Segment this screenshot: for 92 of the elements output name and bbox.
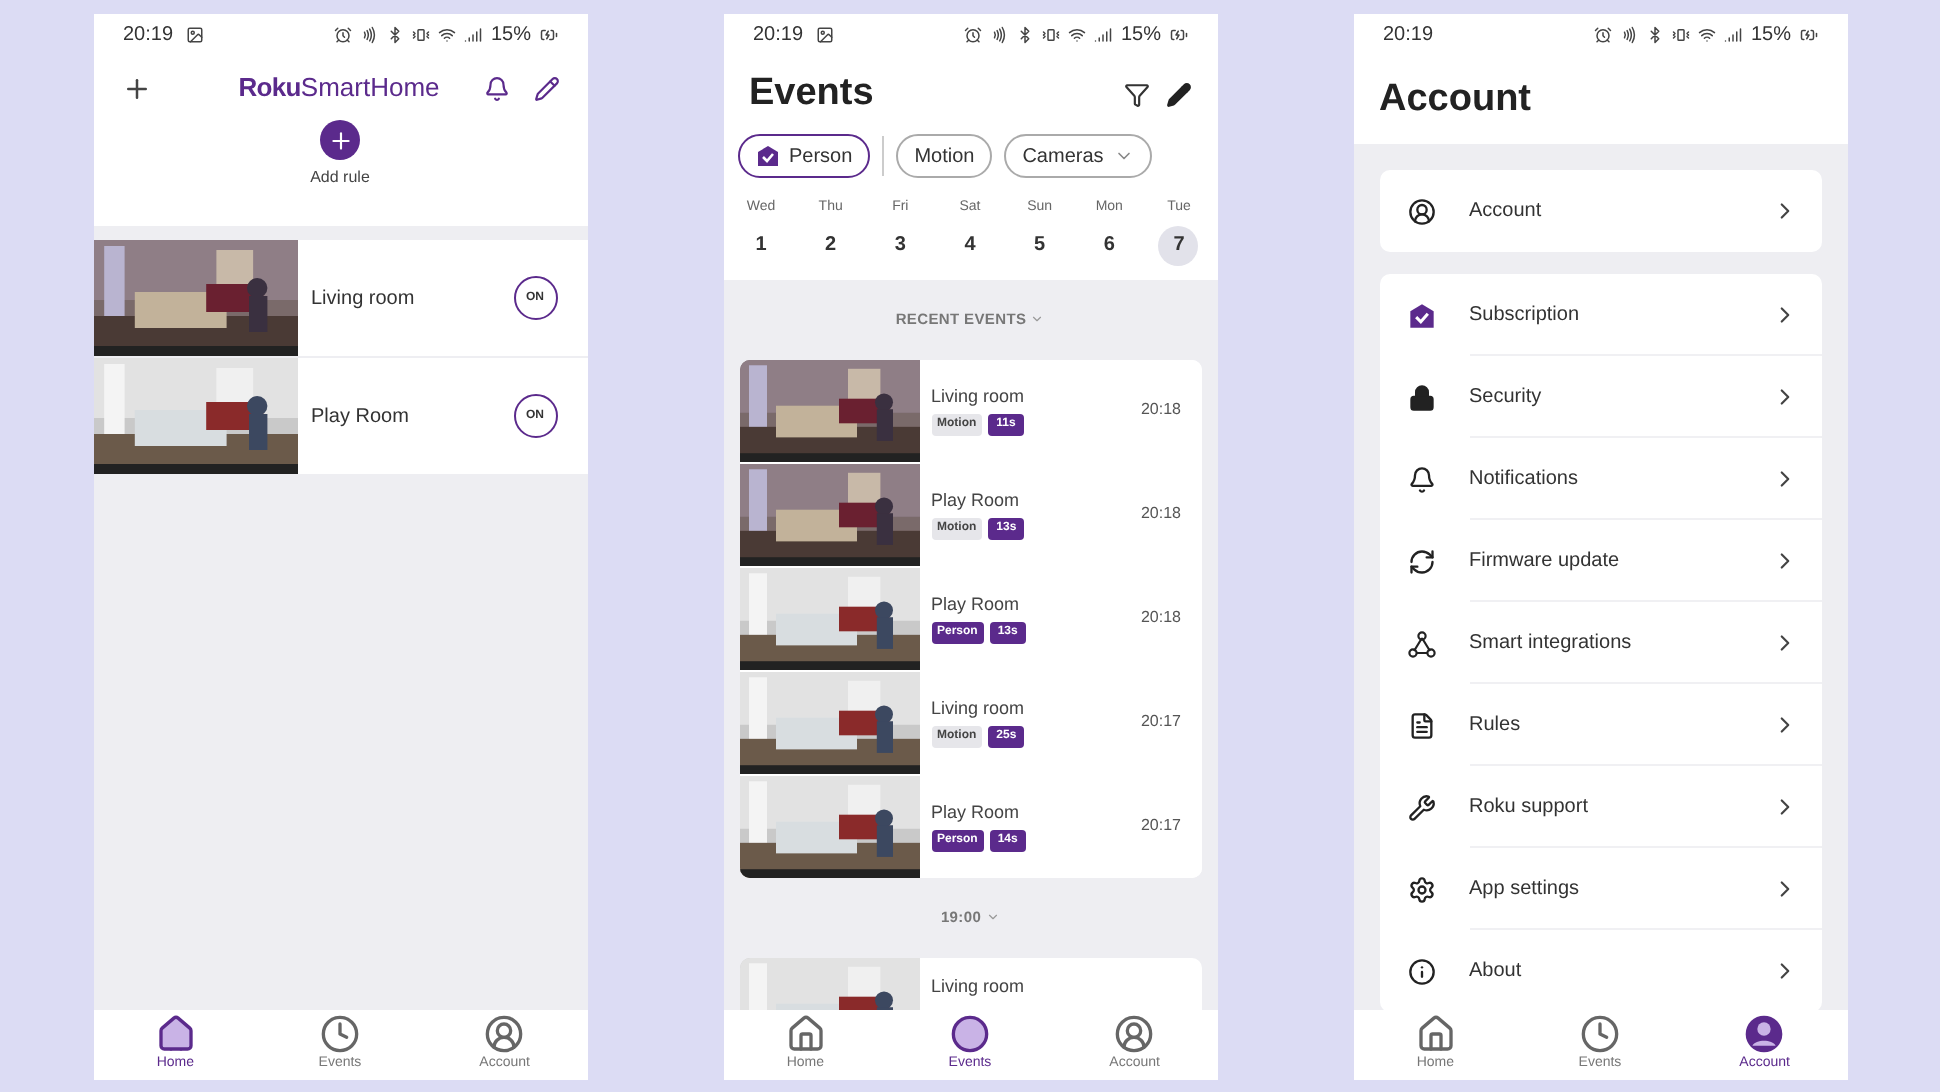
alarm-icon [964, 26, 983, 44]
bluetooth-icon [1016, 26, 1035, 44]
event-time: 20:18 [1140, 606, 1181, 630]
status-time: 20:19 [123, 22, 174, 50]
chevron-down-icon [1030, 312, 1045, 326]
vibrate-icon [412, 26, 431, 44]
nodes-icon [1407, 629, 1435, 657]
wifi-icon [1068, 26, 1087, 44]
battery-icon [1169, 26, 1187, 44]
gallery-icon [185, 26, 204, 44]
filter-chip[interactable]: Person [737, 134, 871, 178]
plus-icon [327, 127, 353, 153]
wifi-icon [1698, 26, 1717, 44]
camera-name: Living room [931, 973, 1027, 1000]
shield-check-icon [755, 144, 779, 168]
settings-item[interactable]: App settings [1379, 848, 1821, 930]
wifi-icon [438, 26, 457, 44]
profile-icon [1407, 197, 1435, 225]
page-title: Events [749, 69, 874, 118]
profile-icon [484, 1014, 525, 1055]
add-icon[interactable] [121, 73, 151, 103]
event-time: 20:17 [1140, 814, 1181, 838]
vibrate-icon [1672, 26, 1691, 44]
home-icon [1415, 1014, 1456, 1055]
date-button[interactable]: 6 [1089, 225, 1130, 265]
logo-wordmark: Roku [238, 70, 301, 107]
home-icon [155, 1014, 196, 1055]
event-time: 20:17 [1140, 710, 1181, 734]
edit-icon[interactable] [1165, 81, 1191, 107]
settings-item[interactable]: About [1379, 930, 1821, 1010]
edit-icon[interactable] [533, 75, 559, 101]
date-button[interactable]: 1 [741, 225, 781, 265]
battery-level: 15% [1750, 22, 1791, 50]
settings-icon [1407, 875, 1435, 903]
settings-item[interactable]: Firmware update [1379, 520, 1821, 602]
shield-check-icon [1407, 301, 1435, 329]
settings-item[interactable]: Roku support [1379, 766, 1821, 848]
date-button[interactable]: 5 [1019, 225, 1060, 265]
settings-item[interactable]: Account [1379, 170, 1821, 252]
status-time: 20:19 [753, 22, 804, 50]
add-rule-label: Add rule [310, 166, 370, 190]
bell-icon[interactable] [483, 75, 509, 101]
date-button[interactable]: 4 [949, 225, 990, 265]
battery-icon [1799, 26, 1817, 44]
bluetooth-icon [1646, 26, 1665, 44]
filter-chip[interactable]: Motion [896, 134, 993, 178]
gallery-icon [815, 26, 834, 44]
battery-level: 15% [490, 22, 531, 50]
filter-chip[interactable]: Cameras [1004, 134, 1152, 178]
refresh-icon [1407, 547, 1435, 575]
camera-name: Play Room [931, 591, 1022, 618]
settings-item[interactable]: Security [1379, 356, 1821, 438]
logo-subtitle: SmartHome [300, 70, 440, 107]
document-icon [1407, 711, 1435, 739]
battery-icon [539, 26, 557, 44]
battery-level: 15% [1120, 22, 1161, 50]
camera-name: Play Room [931, 487, 1022, 514]
nfc-icon [990, 26, 1009, 44]
date-button[interactable]: 7 [1158, 225, 1199, 265]
bluetooth-icon [386, 26, 405, 44]
add-rule-button[interactable] [320, 120, 360, 160]
date-button[interactable]: 3 [880, 225, 921, 265]
home-icon [785, 1014, 826, 1055]
signal-icon [1724, 26, 1743, 44]
settings-item[interactable]: Smart integrations [1379, 602, 1821, 684]
info-icon [1407, 957, 1435, 985]
alarm-icon [1594, 26, 1613, 44]
signal-icon [1094, 26, 1113, 44]
profile-icon [1114, 1014, 1155, 1055]
event-time: 20:18 [1140, 398, 1181, 422]
signal-icon [464, 26, 483, 44]
wrench-icon [1407, 793, 1435, 821]
camera-name: Play Room [311, 403, 411, 431]
status-time: 20:19 [1383, 22, 1434, 50]
date-button[interactable]: 2 [810, 225, 851, 265]
camera-name: Living room [931, 383, 1027, 410]
camera-name: Living room [931, 695, 1027, 722]
settings-item[interactable]: Subscription [1379, 274, 1821, 356]
alarm-icon [334, 26, 353, 44]
filter-icon[interactable] [1123, 81, 1149, 107]
bell-icon [1407, 465, 1435, 493]
page-title: Account [1379, 75, 1531, 124]
vibrate-icon [1042, 26, 1061, 44]
profile-icon [1744, 1014, 1785, 1055]
settings-item[interactable]: Rules [1379, 684, 1821, 766]
event-time: 20:18 [1140, 502, 1181, 526]
camera-name: Play Room [931, 799, 1022, 826]
nfc-icon [1620, 26, 1639, 44]
nfc-icon [360, 26, 379, 44]
chevron-down-icon [985, 910, 1000, 924]
camera-name: Living room [311, 285, 417, 313]
settings-item[interactable]: Notifications [1379, 438, 1821, 520]
